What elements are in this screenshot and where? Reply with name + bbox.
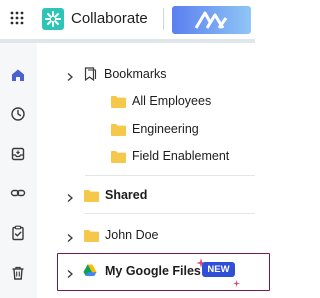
inbox-icon[interactable]: [10, 146, 26, 162]
app-title: Collaborate: [71, 10, 148, 27]
top-bar: Collaborate: [0, 0, 255, 39]
tree-item-label: Engineering: [132, 122, 199, 136]
google-drive-icon: [83, 264, 97, 277]
topbar-divider: [163, 8, 164, 30]
tree-item-shared[interactable]: Shared: [37, 184, 255, 206]
folder-icon: [111, 95, 126, 108]
folder-icon: [111, 123, 126, 136]
clipboard-check-icon[interactable]: [10, 225, 26, 241]
brand-logo: [172, 6, 251, 34]
app-grid-icon[interactable]: [9, 10, 25, 26]
section-divider: [85, 175, 255, 176]
folder-icon: [111, 150, 126, 163]
tree-item-john-doe[interactable]: John Doe: [37, 224, 255, 246]
folder-icon: [84, 189, 99, 202]
section-divider: [85, 213, 255, 214]
trash-icon[interactable]: [10, 265, 26, 281]
chevron-right-icon[interactable]: [65, 190, 75, 202]
chevron-right-icon[interactable]: [65, 69, 75, 81]
tree-item-label: My Google Files: [105, 264, 201, 278]
tree-item-bookmarks[interactable]: Bookmarks: [37, 63, 255, 85]
tree-item-field-enablement[interactable]: Field Enablement: [37, 145, 255, 167]
tree-item-label: All Employees: [132, 94, 212, 108]
folder-icon: [84, 229, 99, 242]
sparkle-icon: [233, 274, 240, 292]
bookmark-icon: [84, 67, 97, 82]
tree-item-engineering[interactable]: Engineering: [37, 118, 255, 140]
tree-item-all-employees[interactable]: All Employees: [37, 90, 255, 112]
collaborate-logo-icon[interactable]: [42, 8, 64, 30]
chevron-right-icon[interactable]: [65, 266, 75, 278]
folder-tree: Bookmarks All Employees Engineering Fiel…: [37, 43, 270, 298]
clock-icon[interactable]: [10, 106, 26, 122]
tree-item-label: Field Enablement: [132, 149, 230, 163]
home-icon[interactable]: [10, 67, 26, 83]
left-rail: [0, 43, 37, 298]
tree-item-label: Shared: [105, 188, 148, 202]
link-icon[interactable]: [10, 185, 26, 201]
tree-item-label: Bookmarks: [104, 67, 167, 81]
chevron-right-icon[interactable]: [65, 230, 75, 242]
new-badge: NEW: [202, 262, 235, 277]
tree-item-label: John Doe: [105, 228, 159, 242]
